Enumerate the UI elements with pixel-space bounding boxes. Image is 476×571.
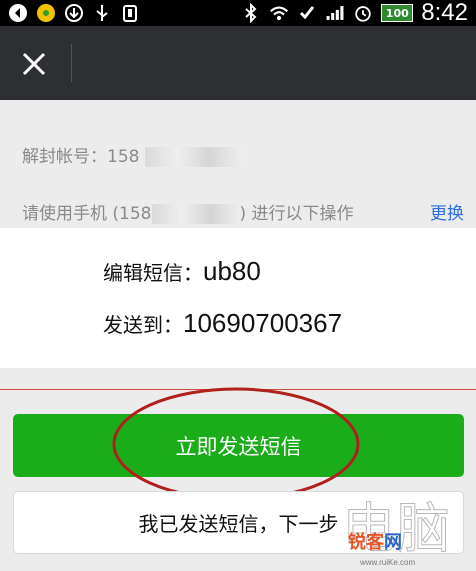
- sms-recipient-line: 发送到：10690700367: [103, 308, 342, 339]
- status-clock: 8:42: [421, 0, 468, 26]
- instruction-suffix: ) 进行以下操作: [239, 204, 354, 224]
- close-icon: [22, 52, 46, 76]
- usb-icon: [92, 3, 112, 23]
- watermark-text: 锐客网: [348, 532, 402, 553]
- wifi-icon: [269, 3, 289, 23]
- sms-content-value: ub80: [203, 256, 261, 286]
- sms-instruction-card: 编辑短信：ub80 发送到：10690700367: [0, 228, 476, 368]
- switch-phone-link[interactable]: 更换: [430, 199, 464, 224]
- instruction-prefix: 请使用手机 (: [22, 204, 120, 224]
- account-info: 解封帐号：158: [22, 142, 241, 167]
- status-icons-right: 100 8:42: [241, 0, 468, 26]
- back-arrow-icon: [8, 3, 28, 23]
- sync-icon: [120, 3, 140, 23]
- account-number-mask: [144, 147, 241, 167]
- account-label: 解封帐号：: [22, 147, 107, 167]
- sms-recipient-number: 10690700367: [183, 308, 343, 338]
- top-bar: [0, 26, 476, 100]
- sms-content-label: 编辑短信：: [103, 261, 203, 285]
- instruction-number: 158: [119, 204, 152, 224]
- battery-indicator: 100: [381, 4, 414, 22]
- alarm-icon: [353, 3, 373, 23]
- topbar-divider: [71, 44, 72, 82]
- data-transfer-icon: [297, 3, 317, 23]
- phone-number-mask: [151, 204, 240, 224]
- close-button[interactable]: [18, 48, 50, 80]
- highlight-ellipse: [112, 387, 360, 501]
- watermark-url: www.ruiKe.com: [360, 558, 416, 567]
- instruction-text: 请使用手机 (158 ) 进行以下操作: [22, 199, 354, 224]
- sms-content-line: 编辑短信：ub80: [103, 256, 261, 287]
- security-app-icon: [36, 3, 56, 23]
- signal-icon: [325, 3, 345, 23]
- status-bar: 100 8:42: [0, 0, 476, 26]
- status-icons-left: [8, 3, 140, 23]
- sms-recipient-label: 发送到：: [103, 313, 183, 337]
- download-icon: [64, 3, 84, 23]
- account-number: 158: [107, 147, 140, 167]
- bluetooth-icon: [241, 3, 261, 23]
